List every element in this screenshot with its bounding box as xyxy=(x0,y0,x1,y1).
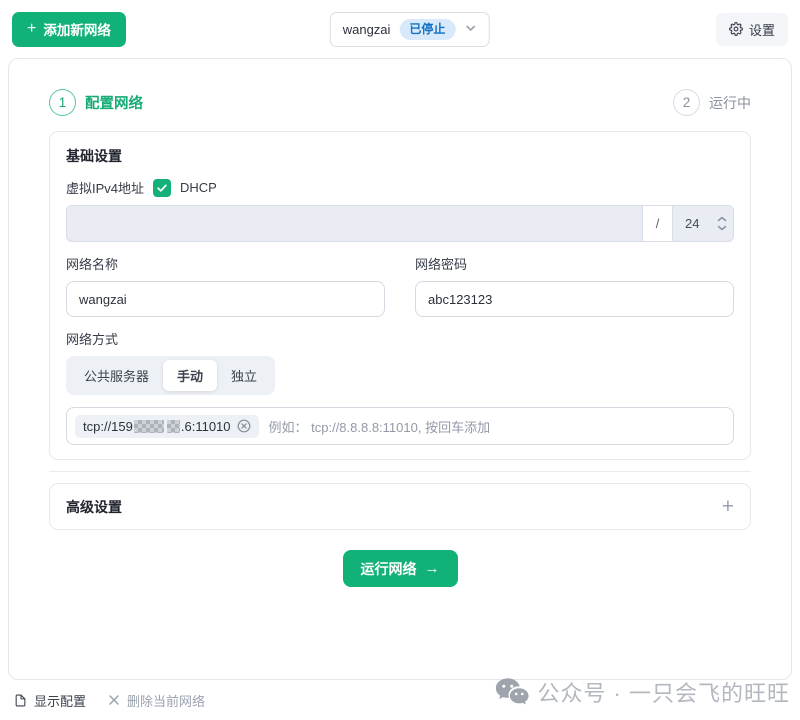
network-config-card: 1 配置网络 2 运行中 基础设置 虚拟IPv4地址 DHCP / 24 网络名… xyxy=(8,58,792,680)
expand-plus-icon[interactable]: + xyxy=(722,496,734,517)
delete-network-button[interactable]: 删除当前网络 xyxy=(108,691,205,710)
plus-icon: + xyxy=(27,20,37,37)
basic-settings-title: 基础设置 xyxy=(66,148,122,164)
section-divider xyxy=(49,471,751,472)
prefix-separator: / xyxy=(642,205,672,242)
basic-settings-panel: 基础设置 虚拟IPv4地址 DHCP / 24 网络名称 wangzai 网络密… xyxy=(49,131,751,460)
step-1-label: 配置网络 xyxy=(85,96,143,112)
network-secret-label: 网络密码 xyxy=(415,257,468,272)
chevron-down-icon xyxy=(717,225,727,231)
gear-icon xyxy=(729,22,743,36)
redacted-ip-mosaic xyxy=(133,419,164,433)
advanced-settings-panel[interactable]: 高级设置 + xyxy=(49,483,751,530)
dhcp-label: DHCP xyxy=(180,180,217,195)
network-secret-input[interactable] xyxy=(415,281,734,317)
redacted-ip-mosaic xyxy=(166,419,180,433)
stepper-arrows[interactable] xyxy=(717,216,727,231)
chevron-down-icon xyxy=(464,21,476,39)
status-badge: 已停止 xyxy=(399,19,456,40)
network-name-input[interactable] xyxy=(66,281,385,317)
step-running: 2 运行中 xyxy=(673,89,751,116)
step-1-circle: 1 xyxy=(49,89,76,116)
prefix-length-value: 24 xyxy=(685,216,700,231)
run-network-button[interactable]: 运行网络 → xyxy=(342,550,458,587)
peer-url-tag: tcp://159 .6:11010 xyxy=(75,414,259,438)
advanced-settings-title: 高级设置 xyxy=(66,498,122,515)
settings-button[interactable]: 设置 xyxy=(715,12,788,46)
prefix-length-stepper[interactable]: 24 xyxy=(672,205,734,242)
method-option-public-server[interactable]: 公共服务器 xyxy=(70,360,163,391)
network-select-value: wangzai xyxy=(342,22,391,37)
step-2-circle: 2 xyxy=(673,89,700,116)
peer-url-hint: 例如： tcp://8.8.8.8:11010, 按回车添加 xyxy=(268,419,491,435)
add-network-button[interactable]: + 添加新网络 xyxy=(12,11,126,47)
file-icon xyxy=(14,694,27,707)
network-name-label: 网络名称 xyxy=(66,257,119,272)
name-secret-row: 网络名称 网络密码 xyxy=(66,254,734,317)
network-method-label: 网络方式 xyxy=(66,332,119,347)
network-method-segmented-control: 公共服务器 手动 独立 xyxy=(66,356,276,395)
run-network-label: 运行网络 xyxy=(360,560,417,577)
step-indicator: 1 配置网络 2 运行中 xyxy=(49,89,751,116)
step-configure-network: 1 配置网络 xyxy=(49,89,143,116)
peer-url-input[interactable]: tcp://159 .6:11010 例如： tcp://8.8.8.8:1101… xyxy=(66,407,734,445)
footer-bar: 显示配置 删除当前网络 xyxy=(0,680,800,720)
check-icon xyxy=(157,184,167,192)
step-2-label: 运行中 xyxy=(709,94,751,111)
show-config-label: 显示配置 xyxy=(34,693,87,709)
peer-url-suffix: .6:11010 xyxy=(180,418,231,434)
method-option-standalone[interactable]: 独立 xyxy=(217,360,271,391)
arrow-right-icon: → xyxy=(424,560,440,577)
method-option-manual[interactable]: 手动 xyxy=(163,360,218,391)
remove-tag-icon[interactable] xyxy=(237,419,251,433)
network-select[interactable]: wangzai 已停止 xyxy=(329,12,490,47)
dhcp-checkbox[interactable] xyxy=(153,178,172,197)
close-x-icon xyxy=(108,694,120,706)
virtual-ip-group: / 24 xyxy=(66,205,734,242)
settings-label: 设置 xyxy=(748,22,775,38)
virtual-ip-input[interactable] xyxy=(66,205,642,242)
delete-network-label: 删除当前网络 xyxy=(127,693,206,709)
show-config-button[interactable]: 显示配置 xyxy=(14,691,86,710)
ipv4-label: 虚拟IPv4地址 xyxy=(66,181,145,196)
chevron-up-icon xyxy=(717,216,727,222)
add-network-label: 添加新网络 xyxy=(43,23,111,38)
peer-url-prefix: tcp://159 xyxy=(83,418,133,434)
top-toolbar: + 添加新网络 wangzai 已停止 设置 xyxy=(0,0,800,58)
ipv4-dhcp-row: 虚拟IPv4地址 DHCP xyxy=(66,178,734,197)
